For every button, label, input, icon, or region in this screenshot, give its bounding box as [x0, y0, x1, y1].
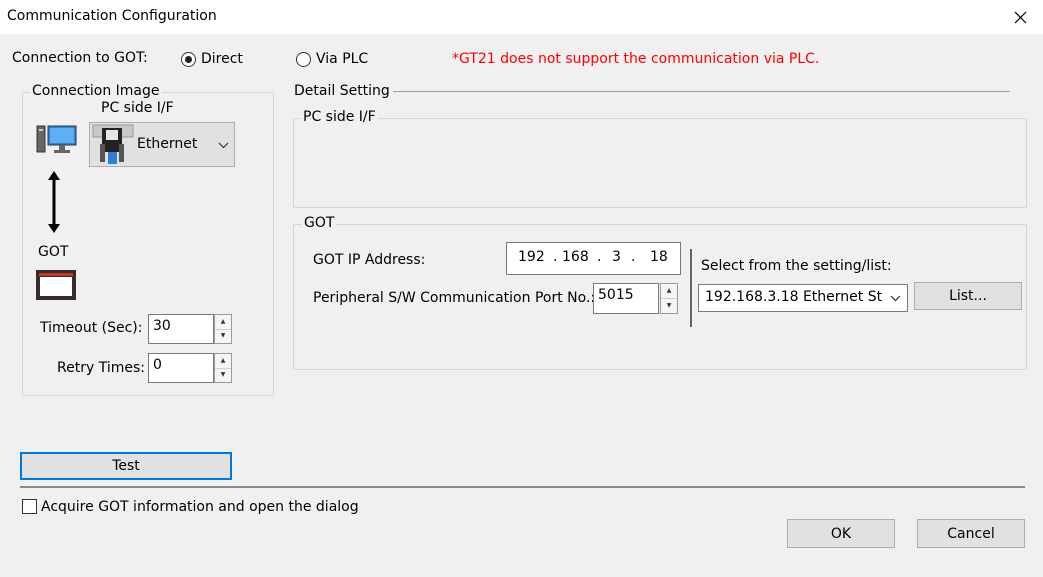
test-button[interactable]: Test — [20, 452, 232, 480]
direct-radio-label[interactable]: Direct — [201, 51, 243, 67]
close-icon — [1014, 11, 1026, 23]
pc-icon — [36, 124, 78, 160]
detail-setting-title: Detail Setting — [294, 83, 390, 99]
retry-spinner[interactable]: ▲ ▼ — [214, 353, 232, 383]
select-from-list-label: Select from the setting/list: — [701, 258, 892, 274]
usb-ethernet-icon — [92, 124, 134, 170]
bottom-separator — [20, 486, 1025, 488]
connection-label: Connection to GOT: — [12, 50, 148, 66]
spin-up-icon[interactable]: ▲ — [215, 354, 231, 369]
retry-input[interactable]: 0 — [148, 353, 214, 383]
acquire-got-info-label[interactable]: Acquire GOT information and open the dia… — [41, 499, 359, 515]
setting-list-value: 192.168.3.18 Ethernet St — [705, 289, 883, 305]
port-label: Peripheral S/W Communication Port No.: — [313, 290, 596, 306]
cancel-button[interactable]: Cancel — [917, 519, 1025, 548]
double-arrow-icon — [46, 171, 62, 237]
detail-setting-divider — [393, 91, 1010, 92]
via-plc-radio-label[interactable]: Via PLC — [316, 51, 368, 67]
pc-side-if-group — [293, 118, 1027, 208]
via-plc-warning: *GT21 does not support the communication… — [452, 51, 820, 67]
direct-radio-dot[interactable] — [181, 52, 196, 67]
close-button[interactable] — [997, 0, 1043, 34]
vertical-divider — [690, 249, 692, 327]
ip-separator: . — [597, 249, 602, 265]
ip-separator: . — [631, 249, 636, 265]
timeout-label: Timeout (Sec): — [40, 320, 143, 336]
ip-octet-3[interactable]: 3 — [612, 249, 621, 265]
timeout-spinner[interactable]: ▲ ▼ — [214, 314, 232, 344]
port-spinner[interactable]: ▲ ▼ — [660, 283, 678, 314]
got-label: GOT — [38, 244, 69, 260]
chevron-down-icon — [218, 142, 229, 149]
got-ip-address-input[interactable]: 192 . 168 . 3 . 18 — [506, 242, 681, 275]
ip-octet-1[interactable]: 192 — [518, 249, 545, 265]
title-bar: Communication Configuration — [0, 0, 1043, 34]
retry-label: Retry Times: — [57, 360, 145, 376]
pc-side-if-group-title: PC side I/F — [301, 109, 378, 125]
ip-octet-2[interactable]: 168 — [562, 249, 589, 265]
got-device-icon — [36, 270, 76, 304]
got-ip-label: GOT IP Address: — [313, 252, 426, 268]
timeout-input[interactable]: 30 — [148, 314, 214, 344]
spin-down-icon[interactable]: ▼ — [215, 369, 231, 383]
acquire-got-info-checkbox[interactable] — [22, 499, 37, 514]
connection-image-title: Connection Image — [30, 83, 162, 99]
chevron-down-icon — [890, 295, 901, 302]
via-plc-radio-dot[interactable] — [296, 52, 311, 67]
spin-down-icon[interactable]: ▼ — [661, 299, 677, 313]
pc-side-if-label: PC side I/F — [101, 100, 174, 116]
ok-button[interactable]: OK — [787, 519, 895, 548]
ip-separator: . — [553, 249, 558, 265]
got-group-title: GOT — [302, 215, 337, 231]
spin-down-icon[interactable]: ▼ — [215, 330, 231, 344]
spin-up-icon[interactable]: ▲ — [661, 284, 677, 299]
spin-up-icon[interactable]: ▲ — [215, 315, 231, 330]
port-input[interactable]: 5015 — [593, 283, 659, 314]
window-title: Communication Configuration — [7, 8, 217, 24]
list-button[interactable]: List... — [914, 282, 1022, 310]
ip-octet-4[interactable]: 18 — [650, 249, 668, 265]
pc-interface-select[interactable]: Ethernet — [89, 122, 235, 167]
pc-interface-value: Ethernet — [137, 136, 198, 152]
setting-list-select[interactable]: 192.168.3.18 Ethernet St — [698, 284, 908, 312]
